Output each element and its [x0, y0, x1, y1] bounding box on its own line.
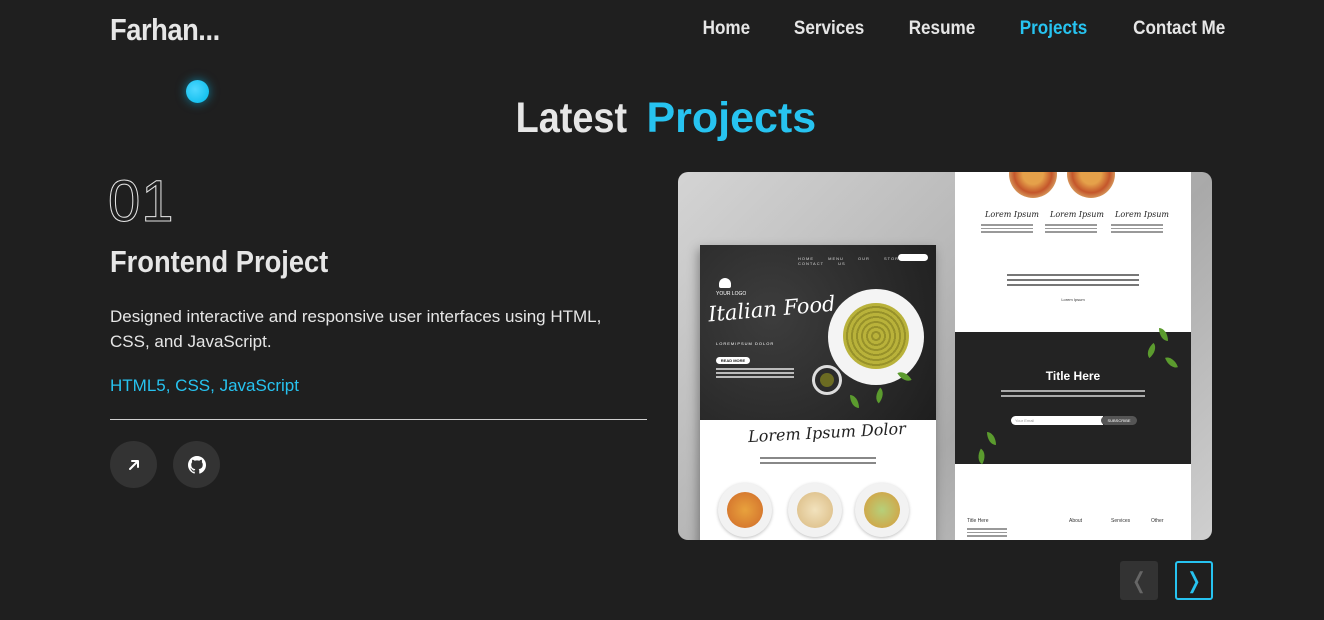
mockup-subscribe: SUBSCRIBE [1101, 416, 1137, 425]
mockup-dark-title: Title Here [1045, 369, 1101, 383]
github-icon [187, 455, 206, 474]
mockup-footer-col: About [1069, 518, 1083, 524]
basil-leaf [987, 432, 996, 445]
arrow-up-right-icon [128, 459, 139, 470]
pizza-image [1067, 172, 1115, 198]
carousel-next-button[interactable]: ❭ [1175, 561, 1213, 600]
mockup-footer-col: Services [1111, 518, 1131, 524]
basil-leaf [850, 395, 859, 408]
section-title: Latest Projects [0, 94, 1324, 143]
site-logo[interactable]: Farhan... [110, 12, 220, 48]
mockup-left-page: HOME MENU OUR STORY CONTACT US YOUR LOGO… [700, 245, 936, 540]
pizza-image [1009, 172, 1057, 198]
project-description: Designed interactive and responsive user… [110, 307, 602, 351]
project-tech-stack: HTML5, CSS, JavaScript [110, 376, 299, 395]
mockup-hero: HOME MENU OUR STORY CONTACT US YOUR LOGO… [700, 245, 936, 420]
pesto-bowl [812, 365, 842, 395]
nav-contact[interactable]: Contact Me [1133, 18, 1225, 40]
pasta-image [843, 303, 909, 369]
basil-leaf [1165, 354, 1178, 371]
mockup-text-lines [967, 528, 1007, 539]
mockup-text-lines [1045, 224, 1097, 235]
mockup-text-lines [760, 457, 876, 467]
project-title: Frontend Project [110, 244, 329, 279]
mockup-text-lines [981, 224, 1033, 235]
nav-resume[interactable]: Resume [908, 18, 975, 40]
mockup-newsletter: Title Here Your Email SUBSCRIBE [955, 328, 1191, 465]
mockup-logo: YOUR LOGO [716, 291, 747, 297]
mockup-right-page: Lorem Ipsum Lorem Ipsum Lorem Ipsum Lore… [955, 172, 1191, 540]
live-demo-button[interactable] [110, 441, 157, 488]
carousel-prev-button[interactable]: ❬ [1120, 561, 1158, 600]
mockup-email-input: Your Email [1011, 416, 1103, 425]
divider [110, 419, 647, 420]
main-nav: Home Services Resume Projects Contact Me [700, 18, 1230, 40]
mockup-subtitle: LOREMIPSUM DOLOR [716, 341, 775, 346]
mockup-footer-col: Other [1151, 518, 1164, 524]
mockup-signature: Lorem Ipsum [1050, 210, 1104, 219]
basil-leaf [1159, 328, 1168, 341]
basil-leaf [1143, 342, 1160, 359]
mockup-read-more: READ MORE [716, 357, 750, 364]
mockup-search-bar [898, 254, 928, 261]
section-title-white: Latest [515, 94, 627, 142]
mockup-caption: Lorem Ipsum [1061, 297, 1085, 302]
mockup-footer-col: Title Here [967, 518, 989, 524]
section-title-accent: Projects [646, 94, 817, 142]
basil-leaf [871, 387, 888, 404]
mockup-text-lines [716, 368, 794, 380]
dish-image [855, 483, 909, 537]
project-preview-image: HOME MENU OUR STORY CONTACT US YOUR LOGO… [678, 172, 1212, 540]
nav-projects[interactable]: Projects [1019, 18, 1086, 40]
mockup-text-lines [1111, 224, 1163, 235]
nav-home[interactable]: Home [702, 18, 750, 40]
nav-services[interactable]: Services [793, 18, 863, 40]
github-button[interactable] [173, 441, 220, 488]
mockup-section-title: Lorem Ipsum Dolor [747, 418, 907, 447]
mockup-signature: Lorem Ipsum [1115, 210, 1169, 219]
project-number: 01 [108, 169, 175, 235]
dish-image [718, 483, 772, 537]
chef-hat-icon [719, 278, 731, 288]
basil-leaf [974, 448, 989, 465]
mockup-signature: Lorem Ipsum [985, 210, 1039, 219]
mockup-text-lines [1001, 390, 1145, 400]
dish-image [788, 483, 842, 537]
mockup-text-lines [1007, 274, 1139, 289]
